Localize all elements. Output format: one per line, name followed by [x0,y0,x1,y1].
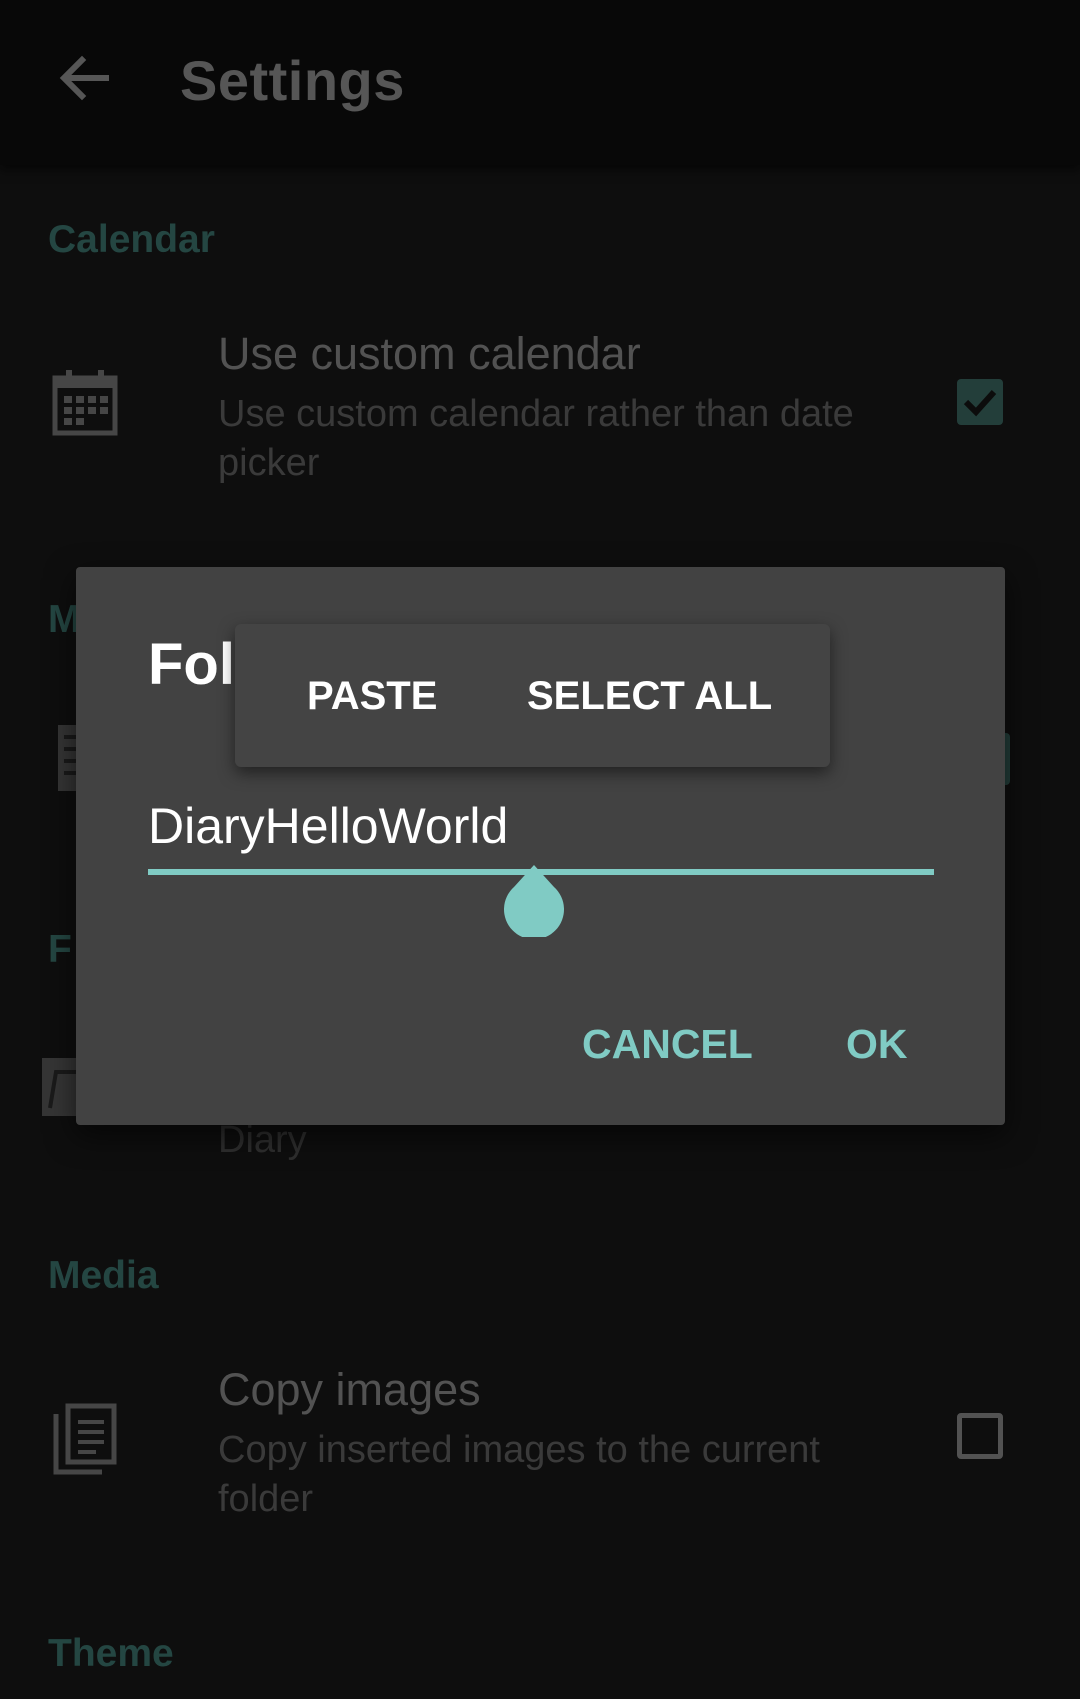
ok-button[interactable]: OK [846,1021,908,1068]
text-action-popup: PASTE SELECT ALL [235,624,830,767]
folder-name-input[interactable]: DiaryHelloWorld [148,797,508,855]
select-all-button[interactable]: SELECT ALL [527,674,772,719]
paste-button[interactable]: PASTE [307,674,437,719]
text-cursor-handle[interactable] [504,865,564,937]
cancel-button[interactable]: CANCEL [582,1021,753,1068]
settings-screen: Settings Calendar Use custom calendar Us… [0,0,1080,1699]
dialog-title: Fol [148,632,235,697]
